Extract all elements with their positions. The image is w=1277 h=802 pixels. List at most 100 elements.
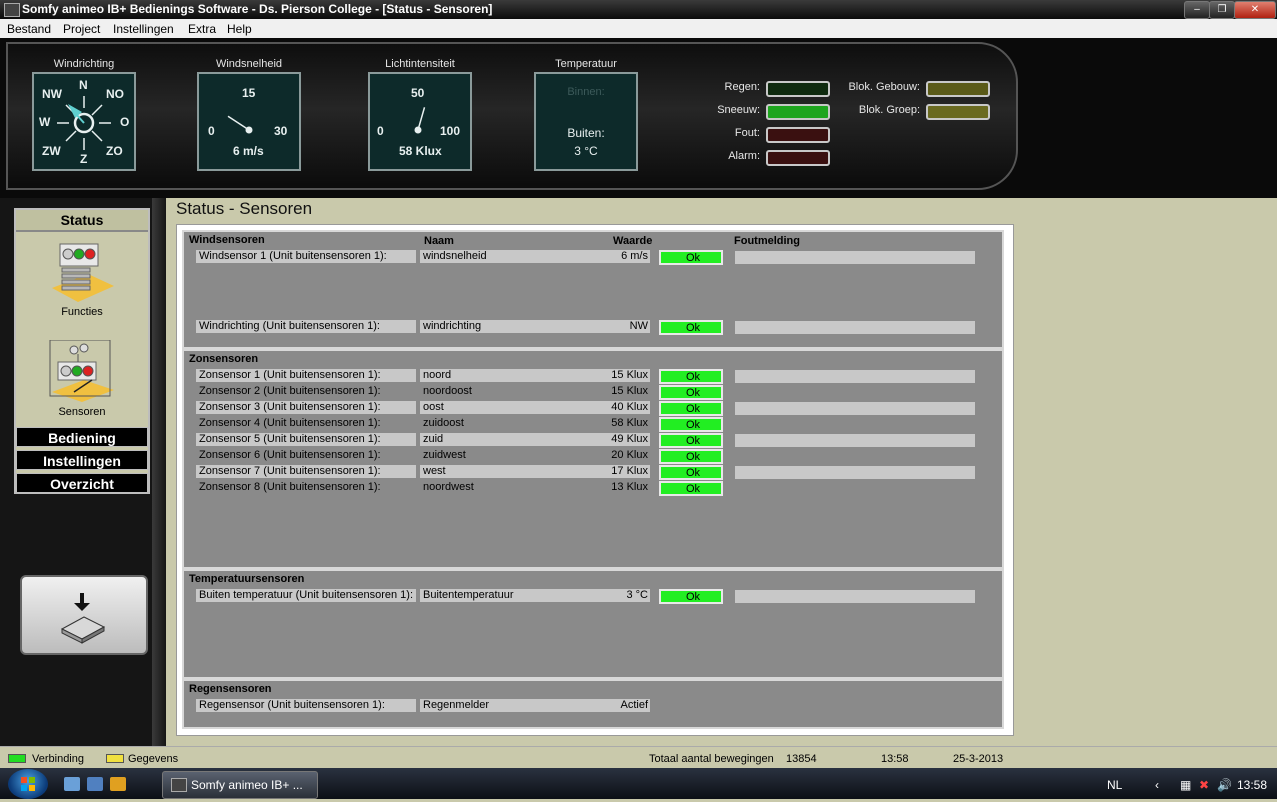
light-value: 58 Klux xyxy=(399,144,442,158)
light-right: 100 xyxy=(440,124,461,138)
light-max: 50 xyxy=(411,86,425,100)
taskbar-app-button[interactable]: Somfy animeo IB+ ... xyxy=(162,771,318,799)
table-row: Buiten temperatuur (Unit buitensensoren … xyxy=(196,589,650,603)
taskbar-clock[interactable]: 13:58 xyxy=(1237,778,1267,792)
show-desktop-icon[interactable] xyxy=(64,777,80,791)
app-icon xyxy=(171,778,187,792)
menu-project[interactable]: Project xyxy=(63,22,100,36)
indicator-regen-label: Regen: xyxy=(724,81,760,93)
temperature-value: 3 °C xyxy=(574,144,598,158)
close-button[interactable]: ✕ xyxy=(1234,1,1276,19)
explorer-icon[interactable] xyxy=(87,777,103,791)
minimize-button[interactable]: – xyxy=(1184,1,1210,19)
status-badge: Ok xyxy=(659,481,723,496)
wind-speed-label: Windsnelheid xyxy=(215,58,283,70)
status-bar: Verbinding Gegevens Totaal aantal bewegi… xyxy=(0,746,1277,769)
compass-zw: ZW xyxy=(42,144,61,158)
indicator-blok-gebouw-label: Blok. Gebouw: xyxy=(848,81,920,93)
menu-help[interactable]: Help xyxy=(227,22,252,36)
nav-status-header[interactable]: Status xyxy=(16,210,148,232)
wind-speed-needle xyxy=(227,115,250,131)
sensoren-icon[interactable] xyxy=(48,339,116,404)
table-row: Regensensor (Unit buitensensoren 1): Reg… xyxy=(196,699,650,713)
compass-nw: NW xyxy=(42,87,62,101)
volume-icon[interactable]: 🔊 xyxy=(1217,778,1232,792)
functies-icon[interactable] xyxy=(48,240,116,306)
status-badge: Ok xyxy=(659,589,723,604)
status-time: 13:58 xyxy=(881,753,909,765)
column-foutmelding: Foutmelding xyxy=(734,235,800,247)
menu-bar: Bestand Project Instellingen Extra Help xyxy=(0,19,1277,39)
wind-speed-max: 15 xyxy=(242,86,256,100)
title-bar: Somfy animeo IB+ Bedienings Software - D… xyxy=(0,0,1277,19)
chevron-left-icon[interactable]: ‹ xyxy=(1155,778,1159,792)
tray-flag-icon[interactable]: ✖ xyxy=(1199,778,1209,792)
page-title: Status - Sensoren xyxy=(176,199,313,218)
windows-logo-icon xyxy=(21,777,35,791)
nav-bediening[interactable]: Bediening xyxy=(16,427,148,447)
status-badge: Ok xyxy=(659,417,723,432)
nav-overzicht[interactable]: Overzicht xyxy=(16,473,148,493)
status-badge: Ok xyxy=(659,433,723,448)
wind-direction-label: Windrichting xyxy=(53,58,115,70)
language-indicator[interactable]: NL xyxy=(1107,778,1122,792)
taskbar-app-label: Somfy animeo IB+ ... xyxy=(191,778,303,792)
window-title: Somfy animeo IB+ Bedienings Software - D… xyxy=(22,2,493,16)
indicator-blok-groep xyxy=(926,104,990,120)
menu-bestand[interactable]: Bestand xyxy=(7,22,51,36)
total-movements-label: Totaal aantal bewegingen xyxy=(649,753,774,765)
table-row: Windrichting (Unit buitensensoren 1): wi… xyxy=(196,320,650,334)
section-title: Windsensoren xyxy=(189,234,265,246)
error-field xyxy=(735,434,975,447)
section-title: Regensensoren xyxy=(189,683,272,695)
temperature-outside-label: Buiten: xyxy=(567,126,605,140)
verbinding-label: Verbinding xyxy=(32,753,84,765)
tray-network-icon[interactable]: ▦ xyxy=(1180,778,1191,792)
error-field xyxy=(735,590,975,603)
table-row: Zonsensor 7 (Unit buitensensoren 1): west… xyxy=(196,465,650,479)
table-row: Windsensor 1 (Unit buitensensoren 1): wi… xyxy=(196,250,650,264)
wind-speed-value: 6 m/s xyxy=(233,144,264,158)
table-row: Zonsensor 3 (Unit buitensensoren 1): oost… xyxy=(196,401,650,415)
status-badge: Ok xyxy=(659,369,723,384)
light-label: Lichtintensiteit xyxy=(385,58,455,70)
status-badge: Ok xyxy=(659,449,723,464)
menu-extra[interactable]: Extra xyxy=(188,22,216,36)
compass-no: NO xyxy=(106,87,124,101)
gegevens-label: Gegevens xyxy=(128,753,179,765)
table-row: Zonsensor 2 (Unit buitensensoren 1): noor… xyxy=(196,385,650,399)
error-field xyxy=(735,321,975,334)
table-row: Zonsensor 1 (Unit buitensensoren 1): noor… xyxy=(196,369,650,383)
download-button[interactable] xyxy=(20,575,148,655)
indicator-fout-label: Fout: xyxy=(734,127,760,139)
indicator-sneeuw xyxy=(766,104,830,120)
light-needle xyxy=(417,107,426,131)
indicator-sneeuw-label: Sneeuw: xyxy=(717,104,760,116)
indicator-alarm xyxy=(766,150,830,166)
nav-instellingen[interactable]: Instellingen xyxy=(16,450,148,470)
wind-direction-gauge: N NO O ZO Z ZW W NW xyxy=(32,72,136,171)
column-naam: Naam xyxy=(424,235,454,247)
restore-button[interactable]: ❐ xyxy=(1209,1,1235,19)
error-field xyxy=(735,251,975,264)
compass-w: W xyxy=(39,115,51,129)
error-field xyxy=(735,402,975,415)
indicator-blok-groep-label: Blok. Groep: xyxy=(858,104,920,116)
gegevens-led xyxy=(106,754,124,763)
nav-functies-label: Functies xyxy=(61,306,103,318)
media-player-icon[interactable] xyxy=(110,777,126,791)
menu-instellingen[interactable]: Instellingen xyxy=(113,22,174,36)
start-button[interactable] xyxy=(8,769,48,799)
table-row: Zonsensor 4 (Unit buitensensoren 1): zuid… xyxy=(196,417,650,431)
section-temperatuursensoren: Temperatuursensoren xyxy=(182,569,1004,679)
compass-o: O xyxy=(120,115,130,129)
table-row: Zonsensor 8 (Unit buitensensoren 1): noor… xyxy=(196,481,650,495)
gauge-panel xyxy=(6,42,1018,190)
app-icon xyxy=(4,3,20,17)
wind-speed-right: 30 xyxy=(274,124,288,138)
indicator-fout xyxy=(766,127,830,143)
indicator-blok-gebouw xyxy=(926,81,990,97)
status-date: 25-3-2013 xyxy=(953,753,1004,765)
status-badge: Ok xyxy=(659,250,723,265)
status-badge: Ok xyxy=(659,401,723,416)
